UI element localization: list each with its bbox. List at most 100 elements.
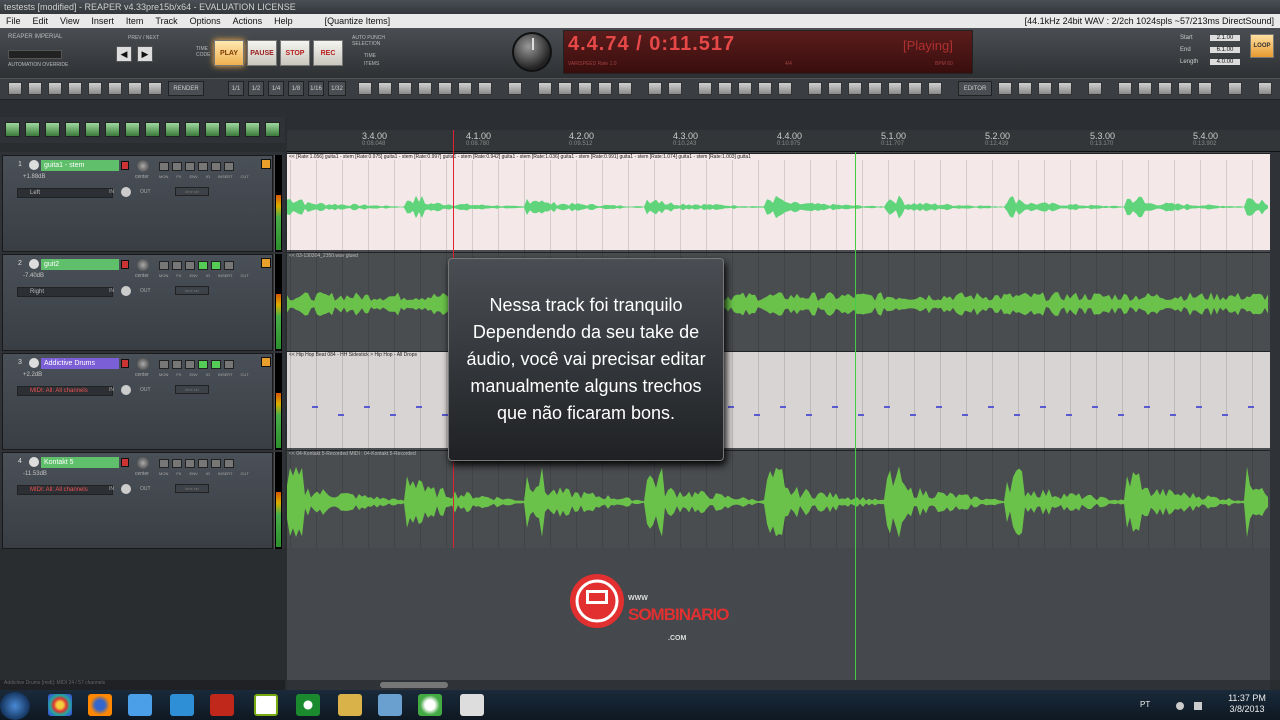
secondary-tool-icon[interactable] (5, 122, 20, 137)
menu-edit[interactable]: Edit (27, 14, 55, 28)
window-icon[interactable] (378, 694, 402, 716)
fx-button[interactable] (172, 261, 182, 270)
editor-button[interactable]: EDITOR (958, 81, 992, 96)
toolbar-tool-icon[interactable] (1158, 82, 1172, 95)
track-env-icon[interactable] (261, 159, 271, 169)
toolbar-tool-icon[interactable] (128, 82, 142, 95)
toolbar-tool-icon[interactable] (1138, 82, 1152, 95)
cut-button[interactable] (224, 360, 234, 369)
grid-1-2-button[interactable]: 1/2 (248, 81, 264, 96)
tools-icon[interactable] (338, 694, 362, 716)
toolbar-tool-icon[interactable] (398, 82, 412, 95)
secondary-tool-icon[interactable] (145, 122, 160, 137)
track-header[interactable]: 2 guit2 center MON FX ENV IO INSERT CUT -7.40… (2, 254, 273, 351)
toolbar-tool-icon[interactable] (738, 82, 752, 95)
secondary-tool-icon[interactable] (45, 122, 60, 137)
start-button[interactable] (0, 692, 30, 720)
horizontal-scroll-thumb[interactable] (380, 682, 448, 688)
next-icon[interactable]: ▶ (137, 46, 153, 62)
network-icon[interactable] (1176, 702, 1184, 710)
toolbar-tool-icon[interactable] (358, 82, 372, 95)
sel-length-field[interactable]: 4.0.00 (1210, 59, 1240, 65)
skype-icon[interactable] (170, 694, 194, 716)
toolbar-tool-icon[interactable] (648, 82, 662, 95)
time-sel-field[interactable]: time sel (175, 385, 209, 394)
track-volume-knob-icon[interactable] (29, 160, 39, 170)
toolbar-tool-icon[interactable] (1198, 82, 1212, 95)
loop-button[interactable]: LOOP (1250, 34, 1274, 58)
toolbar-tool-icon[interactable] (538, 82, 552, 95)
toolbar-tool-icon[interactable] (618, 82, 632, 95)
toolbar-tool-icon[interactable] (1228, 82, 1242, 95)
menu-quantize-items[interactable]: [Quantize Items] (299, 14, 397, 28)
input-monitor-icon[interactable] (121, 187, 131, 197)
menu-item[interactable]: Item (120, 14, 150, 28)
automation-mode-selector[interactable] (8, 50, 62, 59)
toolbar-tool-icon[interactable] (558, 82, 572, 95)
toolbar-tool-icon[interactable] (1088, 82, 1102, 95)
mon-button[interactable] (159, 261, 169, 270)
grid-1-32-button[interactable]: 1/32 (328, 81, 346, 96)
io-button[interactable] (198, 261, 208, 270)
track-volume-knob-icon[interactable] (29, 358, 39, 368)
toolbar-tool-icon[interactable] (1058, 82, 1072, 95)
grid-1-4-button[interactable]: 1/4 (268, 81, 284, 96)
mon-button[interactable] (159, 360, 169, 369)
track-header[interactable]: 1 guita1 - stem center MON FX ENV IO INSERT C… (2, 155, 273, 252)
cut-button[interactable] (224, 162, 234, 171)
grid-1-1-button[interactable]: 1/1 (228, 81, 244, 96)
toolbar-tool-icon[interactable] (928, 82, 942, 95)
toolbar-tool-icon[interactable] (48, 82, 62, 95)
toolbar-tool-icon[interactable] (868, 82, 882, 95)
language-indicator[interactable]: PT (1140, 700, 1150, 709)
sel-start-field[interactable]: 2.1.00 (1210, 35, 1240, 41)
env-button[interactable] (185, 261, 195, 270)
toolbar-tool-icon[interactable] (1258, 82, 1272, 95)
pan-knob[interactable] (137, 160, 149, 172)
toolbar-tool-icon[interactable] (778, 82, 792, 95)
firefox-icon[interactable] (88, 694, 112, 716)
secondary-tool-icon[interactable] (25, 122, 40, 137)
vertical-scrollbar[interactable] (1270, 152, 1280, 680)
toolbar-tool-icon[interactable] (1118, 82, 1132, 95)
menu-track[interactable]: Track (149, 14, 183, 28)
grid-1-16-button[interactable]: 1/16 (308, 81, 324, 96)
toolbar-tool-icon[interactable] (148, 82, 162, 95)
insert-button[interactable] (211, 459, 221, 468)
menu-file[interactable]: File (0, 14, 27, 28)
track-name[interactable]: guita1 - stem (41, 160, 119, 171)
track-input[interactable]: Left (17, 188, 113, 198)
prev-icon[interactable]: ◀ (116, 46, 132, 62)
track-input[interactable]: MIDI: All: All channels (17, 386, 113, 396)
input-monitor-icon[interactable] (121, 286, 131, 296)
mon-button[interactable] (159, 162, 169, 171)
record-arm-icon[interactable] (121, 458, 129, 467)
cut-button[interactable] (224, 459, 234, 468)
record-arm-icon[interactable] (121, 161, 129, 170)
secondary-tool-icon[interactable] (225, 122, 240, 137)
record-arm-icon[interactable] (121, 260, 129, 269)
toolbar-tool-icon[interactable] (68, 82, 82, 95)
insert-button[interactable] (211, 360, 221, 369)
time-sel-field[interactable]: time sel (175, 286, 209, 295)
menu-help[interactable]: Help (268, 14, 299, 28)
insert-button[interactable] (211, 162, 221, 171)
fx-button[interactable] (172, 360, 182, 369)
toolbar-tool-icon[interactable] (8, 82, 22, 95)
punch-time-label[interactable]: TIME (364, 53, 376, 59)
system-clock[interactable]: 11:37 PM 3/8/2013 (1222, 693, 1272, 715)
menu-insert[interactable]: Insert (85, 14, 120, 28)
vegas-icon[interactable] (254, 694, 278, 716)
track-header[interactable]: 3 Addictive Drums center MON FX ENV IO INSER… (2, 353, 273, 450)
insert-button[interactable] (211, 261, 221, 270)
render-button[interactable]: RENDER (168, 81, 204, 96)
secondary-tool-icon[interactable] (245, 122, 260, 137)
toolbar-tool-icon[interactable] (998, 82, 1012, 95)
sel-end-field[interactable]: 6.1.00 (1210, 47, 1240, 53)
secondary-tool-icon[interactable] (125, 122, 140, 137)
toolbar-tool-icon[interactable] (1178, 82, 1192, 95)
pause-button[interactable]: PAUSE (247, 40, 277, 66)
toolbar-tool-icon[interactable] (458, 82, 472, 95)
toolbar-tool-icon[interactable] (1038, 82, 1052, 95)
menu-view[interactable]: View (54, 14, 85, 28)
